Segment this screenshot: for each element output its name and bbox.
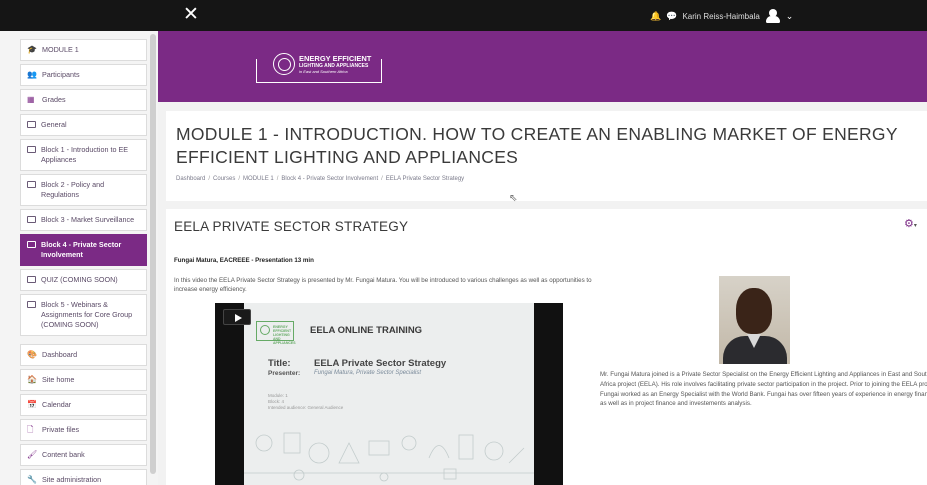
sidebar-item-label: Content bank — [42, 450, 85, 459]
folder-icon — [27, 121, 36, 128]
activity-content: EELA PRIVATE SECTOR STRATEGY ⚙▾ Fungai M… — [166, 209, 927, 485]
sidebar-item-label: Block 5 - Webinars & Assignments for Cor… — [41, 300, 133, 329]
breadcrumb-link[interactable]: Dashboard — [176, 176, 205, 182]
breadcrumb-link[interactable]: MODULE 1 — [243, 176, 274, 182]
sidebar-item-site-administration[interactable]: 🔧 Site administration — [20, 469, 147, 485]
sidebar-item-block-3-market-surveillance[interactable]: Block 3 - Market Surveillance — [20, 209, 147, 231]
doodle-illustration — [244, 432, 534, 482]
sidebar-item-label: Private files — [42, 425, 80, 434]
slide-logo: ENERGY EFFICIENT LIGHTING AND APPLIANCES — [256, 321, 296, 345]
nav-drawer: 🎓 MODULE 1 👥 Participants ▦ Grades General Bloc… — [0, 31, 158, 485]
paint-brush-icon: 🖌 — [27, 450, 38, 459]
user-menu-area: 🔔 💬 Karin Reiss-Haimbala ⌄ — [650, 8, 793, 24]
slide-presenter-label: Presenter: — [268, 370, 301, 377]
sidebar-item-label: General — [41, 120, 67, 129]
user-name[interactable]: Karin Reiss-Haimbala — [682, 12, 759, 21]
gear-icon[interactable]: ⚙▾ — [904, 217, 917, 230]
sidebar-item-general[interactable]: General — [20, 114, 147, 136]
video-player[interactable]: ENERGY EFFICIENT LIGHTING AND APPLIANCES… — [215, 303, 563, 485]
folder-icon — [27, 276, 36, 283]
activity-description: In this video the EELA Private Sector St… — [174, 277, 592, 293]
play-button[interactable] — [223, 309, 251, 325]
folder-icon — [27, 146, 36, 153]
slide-presenter-value: Fungai Matura, Private Sector Specialist — [314, 370, 422, 376]
header-banner: ENERGY EFFICIENT LIGHTING AND APPLIANCES… — [158, 31, 927, 102]
breadcrumb-link[interactable]: EELA Private Sector Strategy — [386, 176, 464, 182]
sidebar-item-label: Calendar — [42, 400, 72, 409]
sidebar-item-private-files[interactable]: 🗋 Private files — [20, 419, 147, 441]
slide-logo-text: ENERGY EFFICIENT LIGHTING AND APPLIANCES — [273, 325, 296, 345]
sidebar-item-block-1-introduction-to-ee-appliances[interactable]: Block 1 - Introduction to EE Appliances — [20, 139, 147, 171]
sidebar-item-block-5-webinars-assignments-for-core-group-coming-soon[interactable]: Block 5 - Webinars & Assignments for Cor… — [20, 294, 147, 336]
close-drawer-icon[interactable]: ✕ — [183, 4, 199, 26]
sidebar-item-label: Participants — [42, 70, 80, 79]
mouse-cursor-icon: ⇖ — [509, 193, 518, 204]
slide-audience: Intended audience: General Audience — [268, 405, 344, 410]
sidebar-item-label: Dashboard — [42, 350, 78, 359]
sidebar-item-site-home[interactable]: 🏠 Site home — [20, 369, 147, 391]
logo-text-line3: in East and Southern Africa — [299, 69, 348, 74]
sidebar-item-label: Block 2 - Policy and Regulations — [41, 180, 105, 199]
breadcrumb-separator: / — [381, 176, 383, 182]
calendar-icon: 📅 — [27, 400, 37, 409]
file-icon: 🗋 — [27, 425, 34, 434]
sidebar-item-grades[interactable]: ▦ Grades — [20, 89, 147, 111]
sidebar-item-block-2-policy-and-regulations[interactable]: Block 2 - Policy and Regulations — [20, 174, 147, 206]
slide-module: Module: 1 — [268, 393, 288, 398]
video-thumbnail: ENERGY EFFICIENT LIGHTING AND APPLIANCES… — [244, 303, 534, 485]
sidebar-item-module-1[interactable]: 🎓 MODULE 1 — [20, 39, 147, 61]
logo-text-line1: ENERGY EFFICIENT — [299, 54, 372, 63]
nav-drawer-list: 🎓 MODULE 1 👥 Participants ▦ Grades General Bloc… — [20, 39, 147, 485]
page-header: MODULE 1 - INTRODUCTION. HOW TO CREATE A… — [166, 111, 927, 201]
chat-icon[interactable]: 💬 — [666, 11, 677, 22]
top-navbar: ✕ 🔔 💬 Karin Reiss-Haimbala ⌄ — [0, 0, 927, 31]
page-title: MODULE 1 - INTRODUCTION. HOW TO CREATE A… — [176, 124, 898, 167]
folder-icon — [27, 216, 36, 223]
folder-icon — [27, 301, 36, 308]
sidebar-scrollbar[interactable] — [150, 34, 156, 474]
graduation-cap-icon: 🎓 — [27, 45, 37, 54]
power-icon — [273, 53, 295, 75]
slide-title-label: Title: — [268, 358, 291, 369]
breadcrumb-separator: / — [276, 176, 279, 182]
sidebar-item-label: Site administration — [42, 475, 102, 484]
table-icon: ▦ — [27, 95, 35, 104]
breadcrumb-link[interactable]: Block 4 - Private Sector Involvement — [281, 176, 378, 182]
slide-block: Block: 4 — [268, 399, 285, 404]
sidebar-item-block-4-private-sector-involvement[interactable]: Block 4 - Private Sector Involvement — [20, 234, 147, 266]
activity-title: EELA PRIVATE SECTOR STRATEGY — [174, 219, 409, 234]
sidebar-item-label: Block 1 - Introduction to EE Appliances — [41, 145, 129, 164]
avatar[interactable] — [765, 9, 781, 23]
breadcrumb-separator: / — [238, 176, 241, 182]
sidebar-item-label: Block 4 - Private Sector Involvement — [41, 240, 122, 259]
dashboard-icon: 🎨 — [27, 350, 37, 359]
sidebar-item-calendar[interactable]: 📅 Calendar — [20, 394, 147, 416]
folder-icon — [27, 181, 36, 188]
sidebar-item-dashboard[interactable]: 🎨 Dashboard — [20, 344, 147, 366]
chevron-down-icon[interactable]: ⌄ — [786, 11, 794, 22]
slide-heading: EELA ONLINE TRAINING — [310, 325, 423, 336]
bell-icon[interactable]: 🔔 — [650, 11, 661, 22]
breadcrumb: Dashboard / Courses / MODULE 1/Block 4 - Pri… — [176, 176, 464, 182]
sidebar-item-label: Grades — [42, 95, 66, 104]
sidebar-item-label: Block 3 - Market Surveillance — [41, 215, 135, 224]
presenter-line: Fungai Matura, EACREEE - Presentation 13… — [174, 257, 314, 264]
sidebar-item-label: QUIZ (COMING SOON) — [41, 275, 118, 284]
eela-logo[interactable]: ENERGY EFFICIENT LIGHTING AND APPLIANCES… — [256, 51, 382, 83]
users-icon: 👥 — [27, 70, 37, 79]
sidebar-item-label: Site home — [42, 375, 75, 384]
sidebar-item-content-bank[interactable]: 🖌 Content bank — [20, 444, 147, 466]
presenter-bio: Mr. Fungai Matura joined is a Private Se… — [600, 371, 927, 408]
breadcrumb-separator: / — [208, 176, 211, 182]
folder-icon — [27, 241, 36, 248]
presenter-photo — [719, 276, 790, 364]
breadcrumb-link[interactable]: Courses — [213, 176, 235, 182]
sidebar-item-quiz-coming-soon[interactable]: QUIZ (COMING SOON) — [20, 269, 147, 291]
wrench-icon: 🔧 — [27, 475, 37, 484]
home-icon: 🏠 — [27, 375, 37, 384]
sidebar-item-participants[interactable]: 👥 Participants — [20, 64, 147, 86]
sidebar-item-label: MODULE 1 — [42, 45, 79, 54]
slide-title-value: EELA Private Sector Strategy — [314, 358, 447, 369]
